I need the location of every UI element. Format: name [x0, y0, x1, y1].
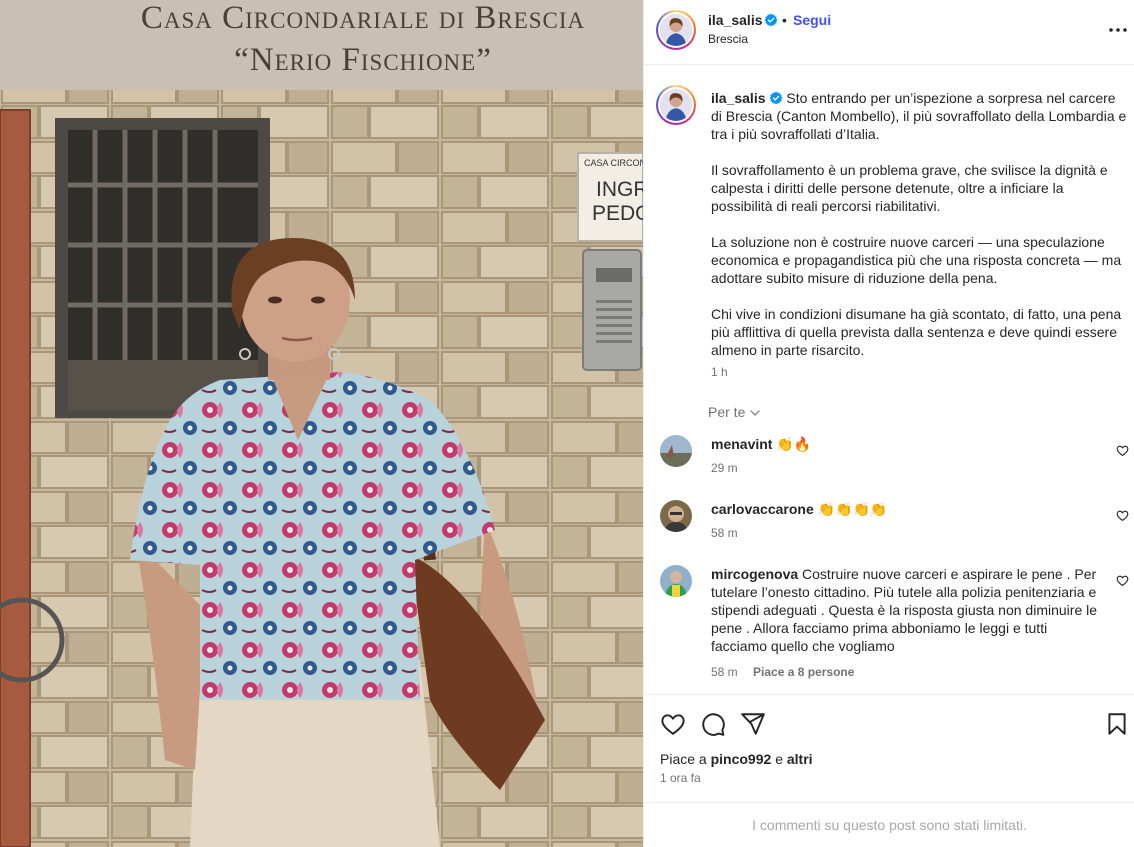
- comment-meta: 58 m Piace a 8 persone: [711, 665, 854, 679]
- caption-timestamp[interactable]: 1 h: [711, 365, 728, 379]
- comment-bubble-icon[interactable]: [700, 711, 726, 737]
- author-avatar[interactable]: [656, 10, 696, 50]
- comment-meta: 58 m: [711, 526, 738, 540]
- comment-time[interactable]: 29 m: [711, 461, 738, 475]
- likes-and: e: [775, 751, 783, 767]
- likes-prefix: Piace a: [660, 751, 707, 767]
- comment-username[interactable]: carlovaccarone: [711, 501, 814, 517]
- comment-like-icon[interactable]: [1116, 509, 1129, 522]
- comment-body: carlovaccarone 👏👏👏👏: [711, 500, 1101, 518]
- likes-user-link[interactable]: pinco992: [711, 751, 772, 767]
- like-heart-icon[interactable]: [660, 711, 686, 737]
- comment-text: 👏👏👏👏: [817, 501, 888, 517]
- verified-badge-icon: [769, 91, 782, 105]
- save-bookmark-icon[interactable]: [1104, 711, 1130, 737]
- commenter-avatar[interactable]: [660, 565, 692, 597]
- caption-avatar[interactable]: [656, 85, 696, 125]
- caption-paragraph-3: La soluzione non è costruire nuove carce…: [711, 234, 1122, 286]
- likes-others-link[interactable]: altri: [787, 751, 813, 767]
- avatar-image: [660, 435, 692, 467]
- avatar-image: [660, 500, 692, 532]
- avatar-image: [660, 565, 692, 597]
- post-photo[interactable]: Casa Circondariale di Brescia “Nerio Fis…: [0, 0, 643, 847]
- avatar-image: [660, 89, 692, 121]
- post-side-panel: ila_salis • Segui Brescia ila_salis Sto …: [643, 0, 1134, 847]
- comment-time[interactable]: 58 m: [711, 665, 738, 679]
- verified-badge-icon: [764, 13, 778, 27]
- chevron-down-icon: [750, 410, 760, 416]
- caption-paragraph: ila_salis Sto entrando per un’ispezione …: [711, 89, 1127, 143]
- caption-paragraph-2: Il sovraffollamento è un problema grave,…: [711, 162, 1108, 214]
- comment-like-icon[interactable]: [1116, 574, 1129, 587]
- author-username[interactable]: ila_salis: [708, 12, 763, 28]
- comment-like-icon[interactable]: [1116, 444, 1129, 457]
- prison-sign-line1: Casa Circondariale di Brescia: [140, 0, 586, 36]
- prison-sign-line2: “Nerio Fischione”: [234, 42, 492, 78]
- caption-paragraph-4: Chi vive in condizioni disumane ha già s…: [711, 306, 1122, 358]
- instagram-post-modal: Casa Circondariale di Brescia “Nerio Fis…: [0, 0, 1134, 847]
- caption-text: ila_salis Sto entrando per un’ispezione …: [711, 89, 1127, 377]
- entrance-sign-line2: INGR: [596, 178, 643, 201]
- post-header: ila_salis • Segui Brescia: [644, 0, 1134, 65]
- avatar-image: [660, 14, 692, 46]
- follow-button[interactable]: Segui: [793, 12, 831, 28]
- comment-text: 👏🔥: [776, 436, 812, 452]
- comments-filter-dropdown[interactable]: Per te: [708, 404, 761, 420]
- entrance-sign-line1: CASA CIRCONDARI: [584, 158, 643, 168]
- comment-body: mircogenova Costruire nuove carceri e as…: [711, 565, 1101, 655]
- likes-summary: Piace a pinco992 e altri: [660, 751, 813, 767]
- comment-likes-count[interactable]: Piace a 8 persone: [753, 665, 854, 679]
- share-send-icon[interactable]: [740, 711, 766, 737]
- post-timestamp[interactable]: 1 ora fa: [660, 771, 701, 785]
- comment-username[interactable]: mircogenova: [711, 566, 798, 582]
- commenter-avatar[interactable]: [660, 500, 692, 532]
- more-options-icon[interactable]: [1106, 18, 1130, 42]
- header-separator-dot: •: [782, 12, 787, 28]
- entrance-sign: CASA CIRCONDARI INGR PEDO: [580, 158, 643, 238]
- comments-limited-notice: I commenti su questo post sono stati lim…: [644, 802, 1134, 847]
- caption-username[interactable]: ila_salis: [711, 90, 766, 106]
- comment-meta: 29 m: [711, 461, 738, 475]
- post-location[interactable]: Brescia: [708, 32, 748, 46]
- commenter-avatar[interactable]: [660, 435, 692, 467]
- prison-sign: Casa Circondariale di Brescia “Nerio Fis…: [0, 0, 643, 90]
- comments-filter-label: Per te: [708, 404, 746, 420]
- post-actions: Piace a pinco992 e altri 1 ora fa: [644, 694, 1134, 802]
- photo-illustration: [0, 0, 643, 847]
- comment-time[interactable]: 58 m: [711, 526, 738, 540]
- entrance-sign-line3: PEDO: [592, 202, 643, 225]
- comment-body: menavint 👏🔥: [711, 435, 1101, 453]
- comment-username[interactable]: menavint: [711, 436, 772, 452]
